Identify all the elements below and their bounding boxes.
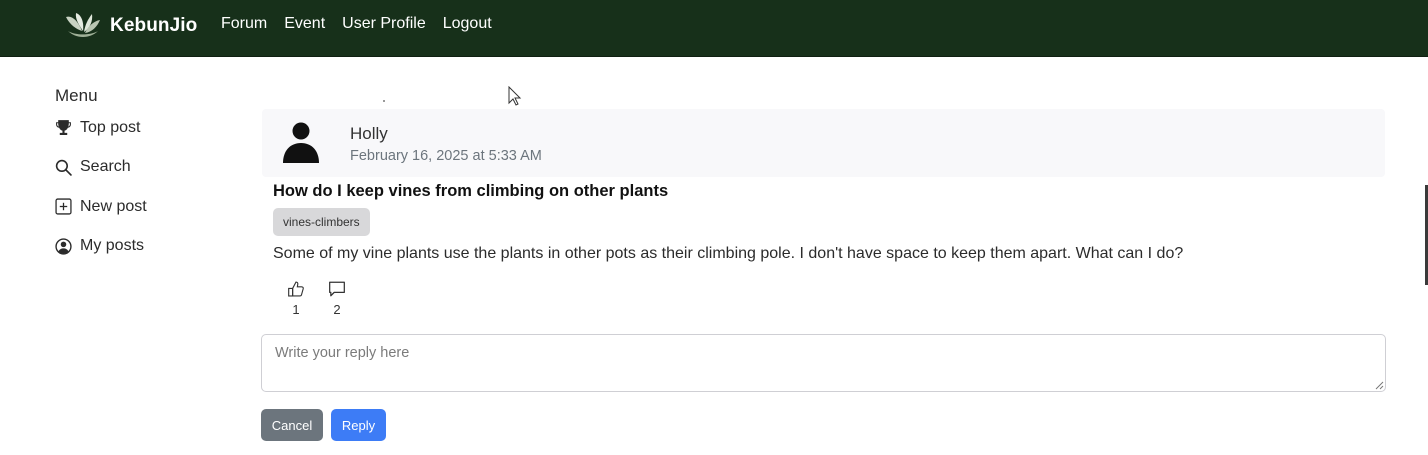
reply-button[interactable]: Reply bbox=[331, 409, 386, 441]
sidebar-item-label: My posts bbox=[80, 237, 145, 255]
person-circle-icon bbox=[55, 238, 72, 255]
nav-link-event[interactable]: Event bbox=[284, 15, 325, 33]
reply-textarea[interactable] bbox=[261, 334, 1386, 392]
mouse-cursor-icon bbox=[508, 86, 522, 106]
cancel-button[interactable]: Cancel bbox=[261, 409, 323, 441]
like-button[interactable]: 1 bbox=[284, 280, 308, 317]
comment-count: 2 bbox=[333, 302, 341, 317]
post-tag[interactable]: vines-climbers bbox=[273, 208, 370, 236]
post-body: Some of my vine plants use the plants in… bbox=[273, 245, 1184, 262]
sidebar-item-search[interactable]: Search bbox=[55, 148, 245, 188]
post-header: Holly February 16, 2025 at 5:33 AM bbox=[262, 109, 1385, 177]
resize-grip-icon[interactable] bbox=[1374, 380, 1384, 390]
nav-link-user-profile[interactable]: User Profile bbox=[342, 15, 426, 33]
comment-icon bbox=[329, 281, 345, 297]
sidebar-item-my-posts[interactable]: My posts bbox=[55, 227, 245, 267]
sidebar-item-top-post[interactable]: Top post bbox=[55, 108, 245, 148]
nav-link-forum[interactable]: Forum bbox=[221, 15, 267, 33]
brand-name: KebunJio bbox=[110, 15, 198, 36]
post-title: How do I keep vines from climbing on oth… bbox=[273, 182, 669, 200]
stray-dot bbox=[383, 100, 385, 102]
leaf-logo-icon bbox=[66, 13, 100, 37]
thumbs-up-icon bbox=[288, 281, 304, 297]
sidebar-item-label: Search bbox=[80, 158, 131, 176]
plus-square-icon bbox=[55, 198, 72, 215]
top-navbar: KebunJio Forum Event User Profile Logout bbox=[0, 0, 1428, 57]
post-author[interactable]: Holly bbox=[350, 124, 388, 144]
sidebar-item-label: New post bbox=[80, 197, 147, 215]
menu-title: Menu bbox=[55, 86, 98, 105]
post-date: February 16, 2025 at 5:33 AM bbox=[350, 148, 542, 164]
search-icon bbox=[55, 159, 72, 176]
sidebar-item-new-post[interactable]: New post bbox=[55, 187, 245, 227]
nav-links: Forum Event User Profile Logout bbox=[221, 15, 509, 33]
like-count: 1 bbox=[292, 302, 300, 317]
brand[interactable]: KebunJio bbox=[62, 10, 197, 42]
trophy-icon bbox=[56, 120, 71, 136]
sidebar-item-label: Top post bbox=[80, 118, 141, 136]
avatar-person-icon bbox=[283, 122, 319, 163]
comment-button[interactable]: 2 bbox=[325, 280, 349, 317]
sidebar-menu: Menu Top post Search New post My posts bbox=[55, 86, 245, 266]
nav-link-logout[interactable]: Logout bbox=[443, 15, 492, 33]
